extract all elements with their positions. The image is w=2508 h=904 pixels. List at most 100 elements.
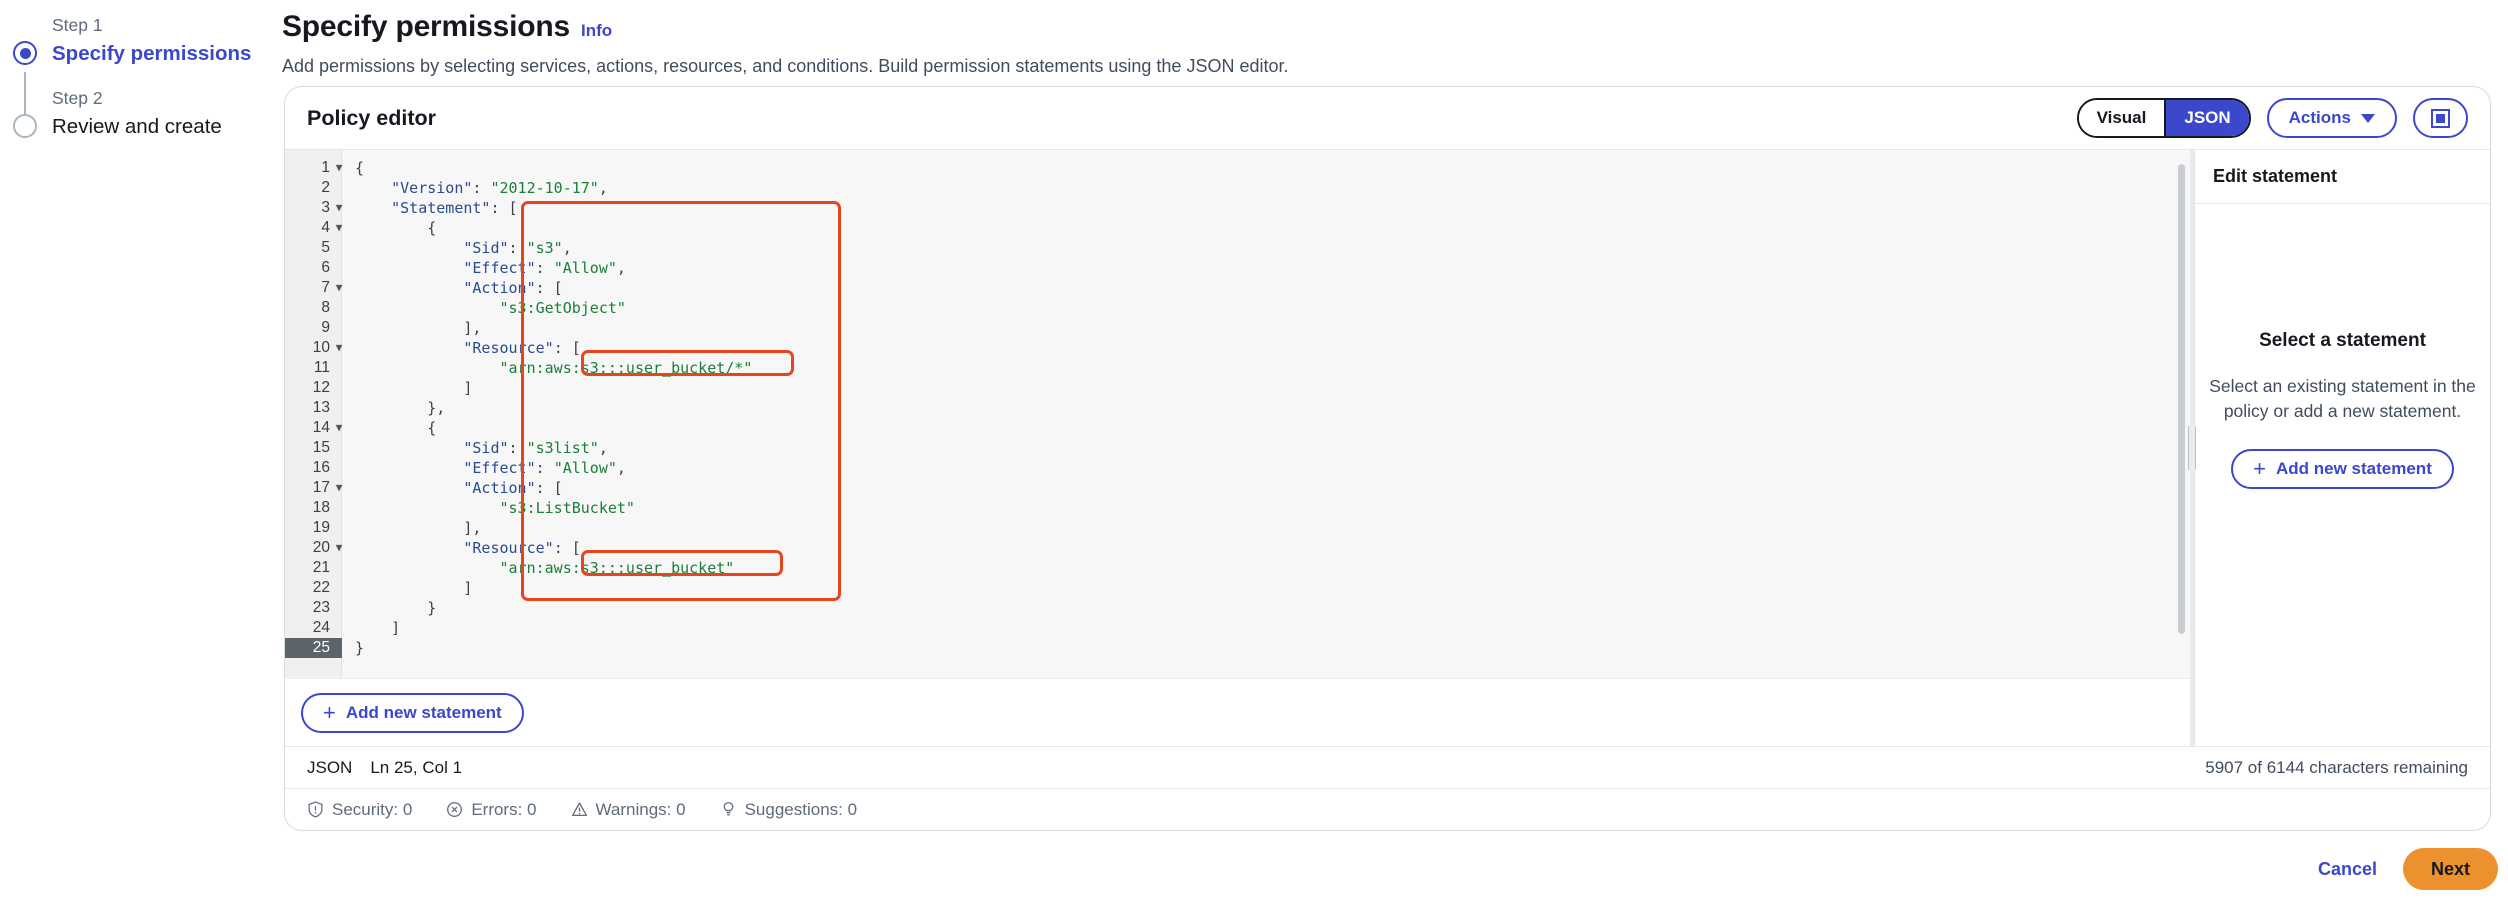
code-line[interactable]: 11 "arn:aws:s3:::user_bucket/*" bbox=[285, 358, 2190, 378]
diagnostic-security[interactable]: Security: 0 bbox=[307, 800, 412, 820]
edit-statement-panel: Edit statement Select a statement Select… bbox=[2194, 150, 2490, 746]
diagnostic-suggestions[interactable]: Suggestions: 0 bbox=[720, 800, 857, 820]
code-text: "Statement": [ bbox=[391, 199, 518, 217]
fold-arrow-icon[interactable]: ▼ bbox=[332, 538, 346, 558]
panel-layout-button[interactable] bbox=[2413, 98, 2468, 138]
code-line[interactable]: 9 ], bbox=[285, 318, 2190, 338]
cancel-button[interactable]: Cancel bbox=[2318, 859, 2377, 880]
code-line[interactable]: 21 "arn:aws:s3:::user_bucket" bbox=[285, 558, 2190, 578]
code-line[interactable]: 17 ▼ "Action": [ bbox=[285, 478, 2190, 498]
line-number: 11 bbox=[313, 359, 330, 376]
code-line[interactable]: 5 "Sid": "s3", bbox=[285, 238, 2190, 258]
panel-add-new-statement-button[interactable]: + Add new statement bbox=[2231, 448, 2454, 489]
code-line[interactable]: 1 ▼ { bbox=[285, 158, 2190, 178]
code-line[interactable]: 8 "s3:GetObject" bbox=[285, 298, 2190, 318]
wizard-step-2[interactable]: Step 2 Review and create bbox=[10, 87, 280, 140]
code-text: "arn:aws:s3:::user_bucket/*" bbox=[499, 359, 753, 377]
code-line[interactable]: 18 "s3:ListBucket" bbox=[285, 498, 2190, 518]
line-number: 13 bbox=[312, 399, 330, 416]
line-number: 3 bbox=[321, 199, 330, 216]
fold-arrow-icon[interactable]: ▼ bbox=[332, 198, 346, 218]
policy-editor-card: Policy editor Visual JSON Actions 1 ▼ {… bbox=[284, 86, 2491, 831]
code-line[interactable]: 13 }, bbox=[285, 398, 2190, 418]
actions-button[interactable]: Actions bbox=[2266, 98, 2397, 138]
code-line[interactable]: 7 ▼ "Action": [ bbox=[285, 278, 2190, 298]
empty-state-title: Select a statement bbox=[2259, 330, 2426, 351]
line-number: 8 bbox=[321, 299, 330, 316]
code-line[interactable]: 19 ], bbox=[285, 518, 2190, 538]
code-text: { bbox=[427, 219, 437, 237]
add-new-statement-button[interactable]: + Add new statement bbox=[301, 692, 524, 733]
code-line[interactable]: 12 ] bbox=[285, 378, 2190, 398]
editor-scrollbar-track[interactable] bbox=[2178, 156, 2188, 672]
code-text: "s3:GetObject" bbox=[499, 299, 626, 317]
editor-scrollbar-thumb[interactable] bbox=[2178, 164, 2185, 634]
fold-arrow-icon[interactable]: ▼ bbox=[332, 278, 346, 298]
line-number: 18 bbox=[312, 499, 330, 516]
edit-statement-header: Edit statement bbox=[2195, 150, 2490, 204]
code-line[interactable]: 23 } bbox=[285, 598, 2190, 618]
diagnostic-suggestions-label: Suggestions: 0 bbox=[744, 799, 858, 819]
step-1-radio-icon[interactable] bbox=[13, 41, 37, 65]
code-area[interactable]: 1 ▼{2 "Version": "2012-10-17", 3 ▼ "Stateme… bbox=[285, 150, 2190, 678]
code-text: ], bbox=[463, 519, 482, 537]
diagnostic-errors[interactable]: Errors: 0 bbox=[446, 799, 537, 820]
code-line[interactable]: 15 "Sid": "s3list", bbox=[285, 438, 2190, 458]
chevron-down-icon bbox=[2361, 113, 2375, 123]
code-text: } bbox=[427, 599, 437, 617]
code-text: ] bbox=[391, 619, 401, 637]
step-2-number: Step 2 bbox=[52, 88, 103, 109]
code-line[interactable]: 22 ] bbox=[285, 578, 2190, 598]
diagnostic-warnings-label: Warnings: 0 bbox=[595, 799, 686, 819]
tab-visual[interactable]: Visual bbox=[2078, 100, 2165, 136]
fold-arrow-icon[interactable]: ▼ bbox=[332, 158, 346, 178]
fold-arrow-icon[interactable]: ▼ bbox=[332, 418, 346, 438]
status-characters-remaining: 5907 of 6144 characters remaining bbox=[2205, 757, 2468, 777]
code-text: { bbox=[427, 419, 437, 437]
code-lines[interactable]: 1 ▼{2 "Version": "2012-10-17", 3 ▼ "Stateme… bbox=[285, 150, 2190, 658]
edit-statement-title: Edit statement bbox=[2213, 166, 2338, 186]
lightbulb-icon bbox=[723, 802, 733, 816]
info-link[interactable]: Info bbox=[581, 21, 612, 41]
code-line[interactable]: 2 "Version": "2012-10-17", bbox=[285, 178, 2190, 198]
code-line[interactable]: 14 ▼ { bbox=[285, 418, 2190, 438]
error-icon bbox=[447, 802, 463, 817]
code-text: ], bbox=[463, 319, 482, 337]
fold-arrow-icon[interactable]: ▼ bbox=[332, 218, 346, 238]
line-number: 24 bbox=[312, 619, 330, 636]
page-description: Add permissions by selecting services, a… bbox=[282, 56, 1289, 76]
policy-editor-toolbar: Visual JSON Actions bbox=[2076, 98, 2468, 138]
wizard-steps: Step 1 Specify permissions Step 2 Review… bbox=[0, 0, 280, 141]
code-line[interactable]: 10 ▼ "Resource": [ bbox=[285, 338, 2190, 358]
policy-editor-title: Policy editor bbox=[307, 105, 437, 130]
add-new-statement-label: Add new statement bbox=[345, 702, 502, 722]
code-line[interactable]: 25} bbox=[285, 638, 2190, 658]
code-line[interactable]: 6 "Effect": "Allow", bbox=[285, 258, 2190, 278]
wizard-step-1[interactable]: Step 1 Specify permissions bbox=[10, 14, 280, 120]
editor-status-bar: JSON Ln 25, Col 1 5907 of 6144 character… bbox=[285, 746, 2490, 788]
line-number: 15 bbox=[312, 439, 330, 456]
code-line[interactable]: 20 ▼ "Resource": [ bbox=[285, 538, 2190, 558]
fold-arrow-icon[interactable]: ▼ bbox=[332, 478, 346, 498]
code-line[interactable]: 4 ▼ { bbox=[285, 218, 2190, 238]
next-button[interactable]: Next bbox=[2402, 848, 2498, 890]
code-line[interactable]: 24 ] bbox=[285, 618, 2190, 638]
pane-resizer[interactable] bbox=[2188, 150, 2196, 746]
line-number: 9 bbox=[321, 319, 330, 336]
view-mode-toggle[interactable]: Visual JSON bbox=[2076, 98, 2251, 138]
actions-button-label: Actions bbox=[2288, 108, 2351, 127]
line-number: 21 bbox=[312, 559, 330, 576]
diagnostic-errors-label: Errors: 0 bbox=[471, 799, 537, 819]
diagnostics-bar: Security: 0 Errors: 0 Warnings: 0 Sugges… bbox=[285, 788, 2490, 830]
code-line[interactable]: 16 "Effect": "Allow", bbox=[285, 458, 2190, 478]
line-number: 5 bbox=[321, 239, 330, 256]
fold-arrow-icon[interactable]: ▼ bbox=[332, 338, 346, 358]
tab-json[interactable]: JSON bbox=[2164, 100, 2249, 136]
line-number: 22 bbox=[312, 579, 330, 596]
line-number: 19 bbox=[312, 519, 330, 536]
code-text: "s3:ListBucket" bbox=[499, 499, 635, 517]
diagnostic-warnings[interactable]: Warnings: 0 bbox=[571, 800, 686, 820]
code-line[interactable]: 3 ▼ "Statement": [ bbox=[285, 198, 2190, 218]
add-statement-bar: + Add new statement bbox=[285, 678, 2190, 746]
step-2-radio-icon[interactable] bbox=[13, 114, 37, 139]
